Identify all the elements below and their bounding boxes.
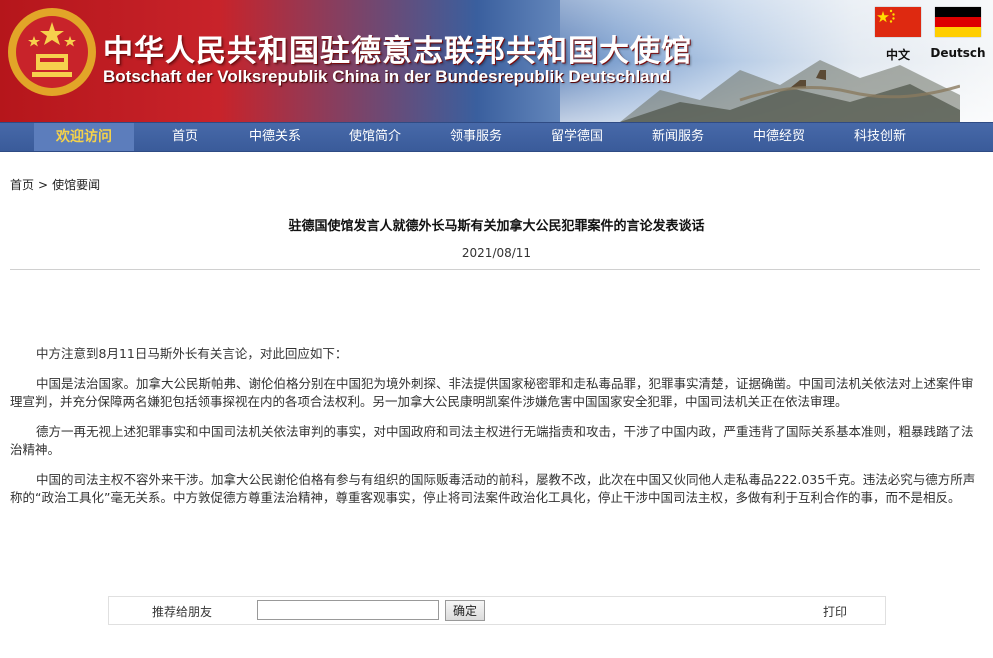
lang-switch-de[interactable]: Deutsch — [928, 7, 988, 60]
lang-switch-cn[interactable]: 中文 — [868, 7, 928, 63]
article-paragraph: 中国的司法主权不容外来干涉。加拿大公民谢伦伯格有参与有组织的国际贩毒活动的前科，… — [10, 472, 976, 505]
nav-item-news-services[interactable]: 新闻服务 — [643, 123, 713, 151]
lang-label-de[interactable]: Deutsch — [928, 46, 988, 60]
china-flag-icon — [875, 7, 921, 37]
article-paragraph: 中方注意到8月11日马斯外长有关言论，对此回应如下： — [36, 346, 348, 361]
title-divider — [10, 269, 980, 270]
recommend-confirm-button[interactable]: 确定 — [445, 600, 485, 621]
nav-item-sino-german-relations[interactable]: 中德关系 — [240, 123, 310, 151]
site-title-de: Botschaft der Volksrepublik China in der… — [103, 67, 671, 86]
recommend-email-input[interactable] — [257, 600, 439, 620]
recommend-bar: 推荐给朋友 确定 打印 — [108, 596, 886, 625]
nav-welcome: 欢迎访问 — [34, 123, 134, 151]
breadcrumb-current-link[interactable]: 使馆要闻 — [52, 178, 100, 192]
nav-item-study-in-germany[interactable]: 留学德国 — [542, 123, 612, 151]
article-paragraph: 德方一再无视上述犯罪事实和中国司法机关依法审判的事实，对中国政府和司法主权进行无… — [10, 424, 974, 457]
nav-item-home[interactable]: 首页 — [160, 123, 210, 151]
article-date: 2021/08/11 — [461, 246, 532, 260]
nav-item-consular-services[interactable]: 领事服务 — [441, 123, 511, 151]
recommend-label: 推荐给朋友 — [152, 605, 213, 619]
article-title: 驻德国使馆发言人就德外长马斯有关加拿大公民犯罪案件的言论发表谈话 — [288, 219, 705, 234]
breadcrumb-home-link[interactable]: 首页 — [10, 178, 34, 192]
print-link[interactable]: 打印 — [823, 603, 847, 620]
lang-label-cn[interactable]: 中文 — [868, 46, 928, 63]
breadcrumb: 首页 > 使馆要闻 — [10, 176, 100, 193]
header-banner: 中华人民共和国驻德意志联邦共和国大使馆 Botschaft der Volksr… — [0, 0, 993, 122]
article-paragraph: 中国是法治国家。加拿大公民斯帕弗、谢伦伯格分别在中国犯为境外刺探、非法提供国家秘… — [10, 376, 974, 409]
nav-item-embassy-intro[interactable]: 使馆简介 — [340, 123, 410, 151]
nav-item-science-innovation[interactable]: 科技创新 — [845, 123, 915, 151]
main-nav: 欢迎访问 首页 中德关系 使馆简介 领事服务 留学德国 新闻服务 中德经贸 科技… — [0, 122, 993, 152]
article-body: 中方注意到8月11日马斯外长有关言论，对此回应如下： 中国是法治国家。加拿大公民… — [10, 345, 982, 519]
germany-flag-icon — [935, 7, 981, 37]
breadcrumb-separator: > — [38, 178, 49, 192]
national-emblem-icon — [8, 8, 96, 96]
nav-item-economy-trade[interactable]: 中德经贸 — [744, 123, 814, 151]
site-title-cn: 中华人民共和国驻德意志联邦共和国大使馆 — [103, 34, 692, 69]
